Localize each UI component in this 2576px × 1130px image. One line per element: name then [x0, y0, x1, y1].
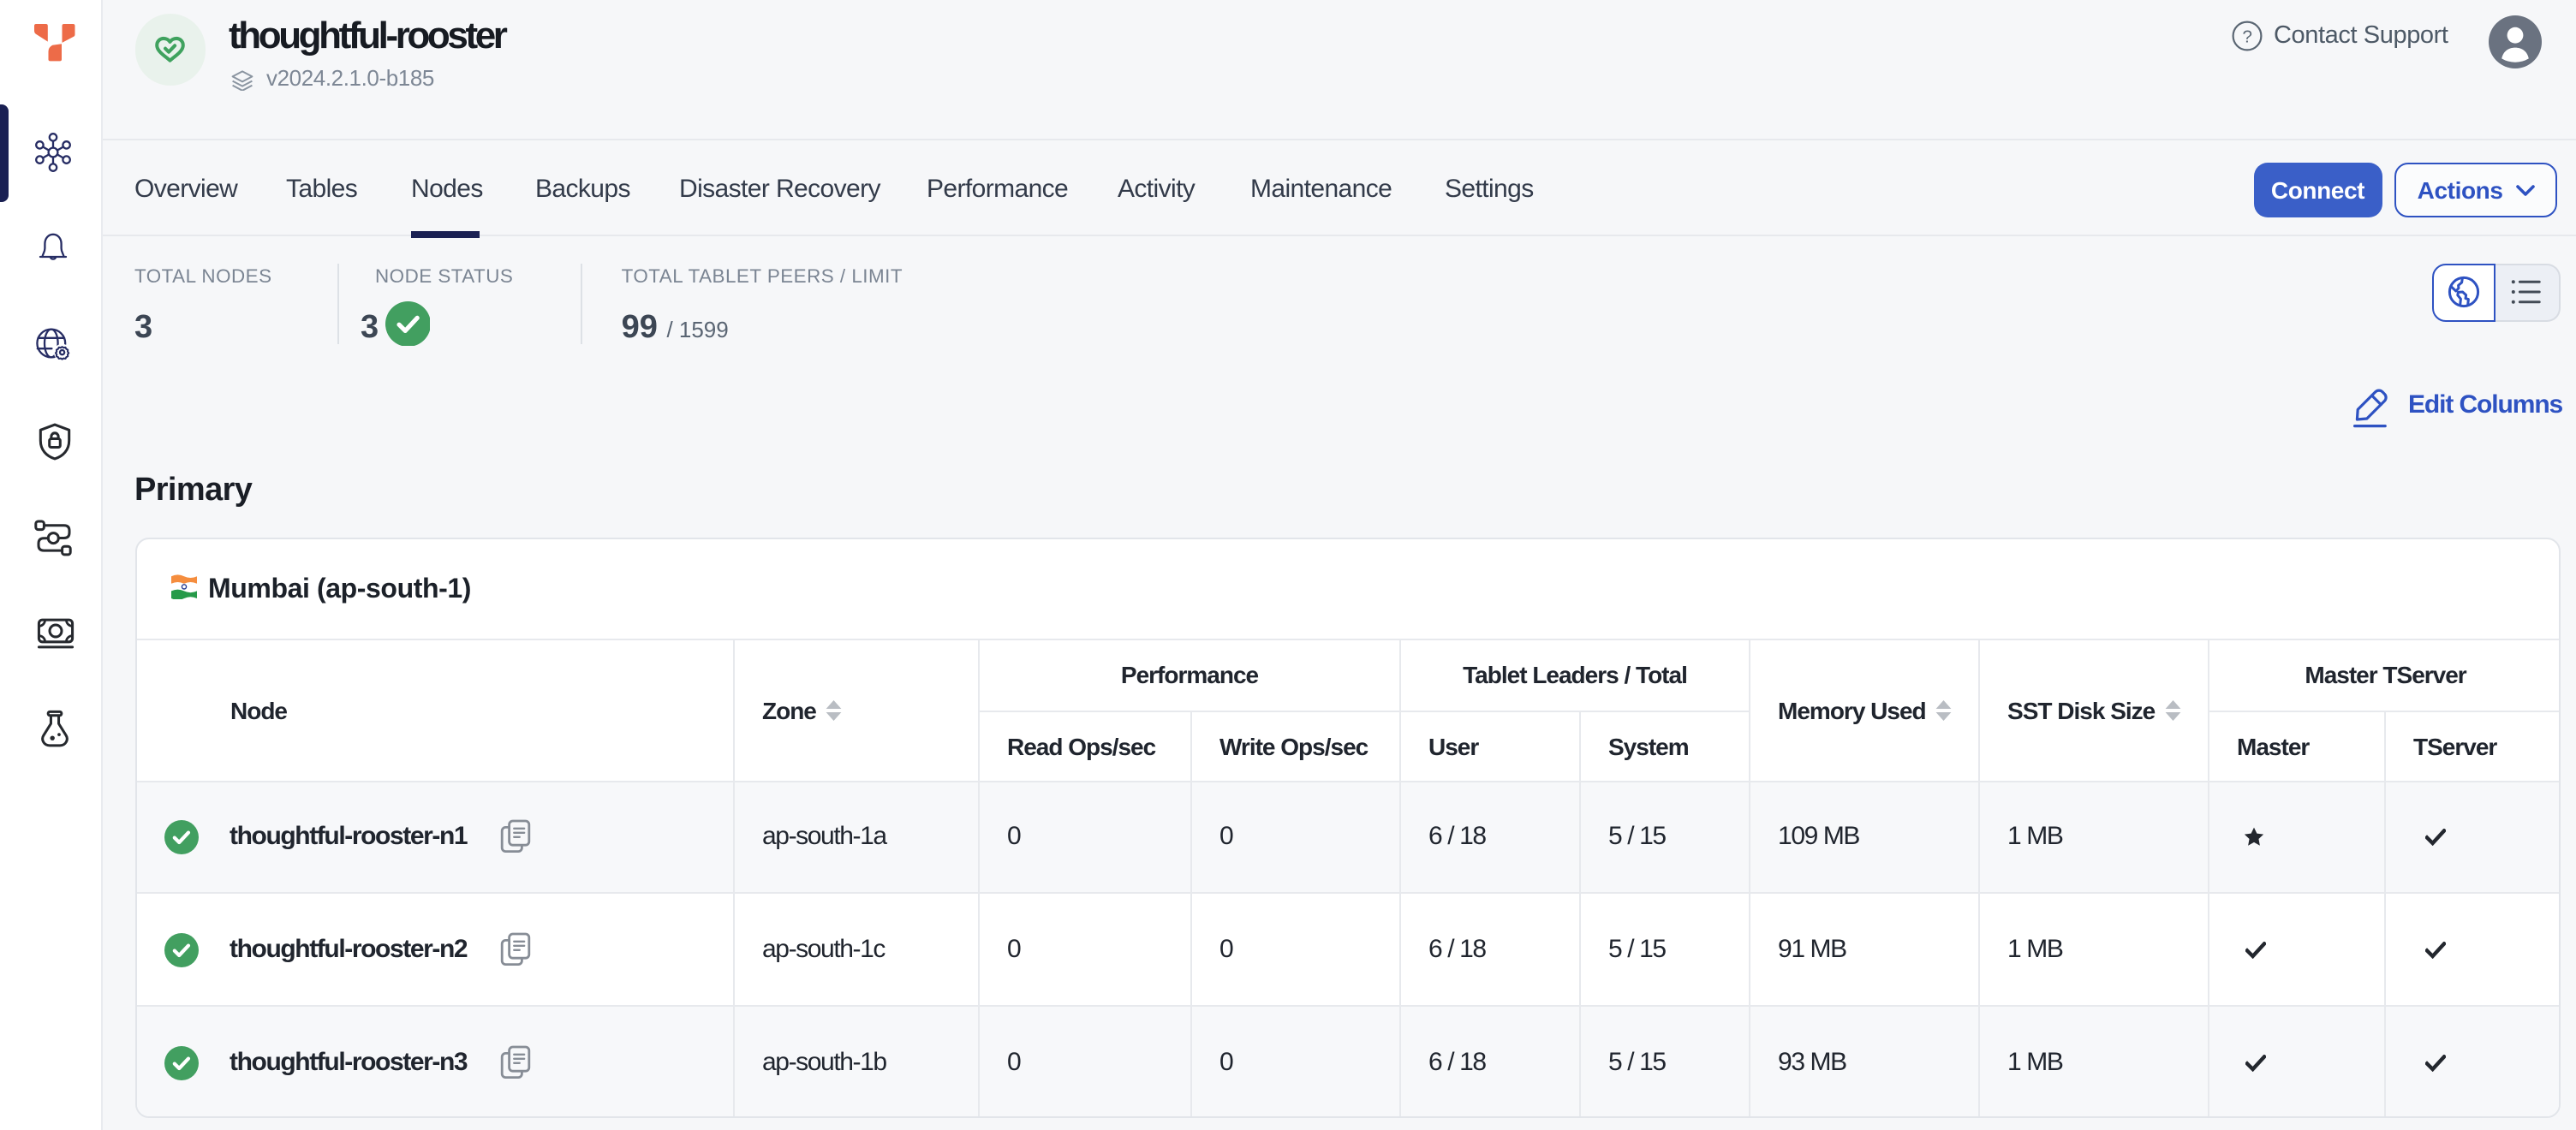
svg-text:?: ? [2241, 26, 2251, 45]
